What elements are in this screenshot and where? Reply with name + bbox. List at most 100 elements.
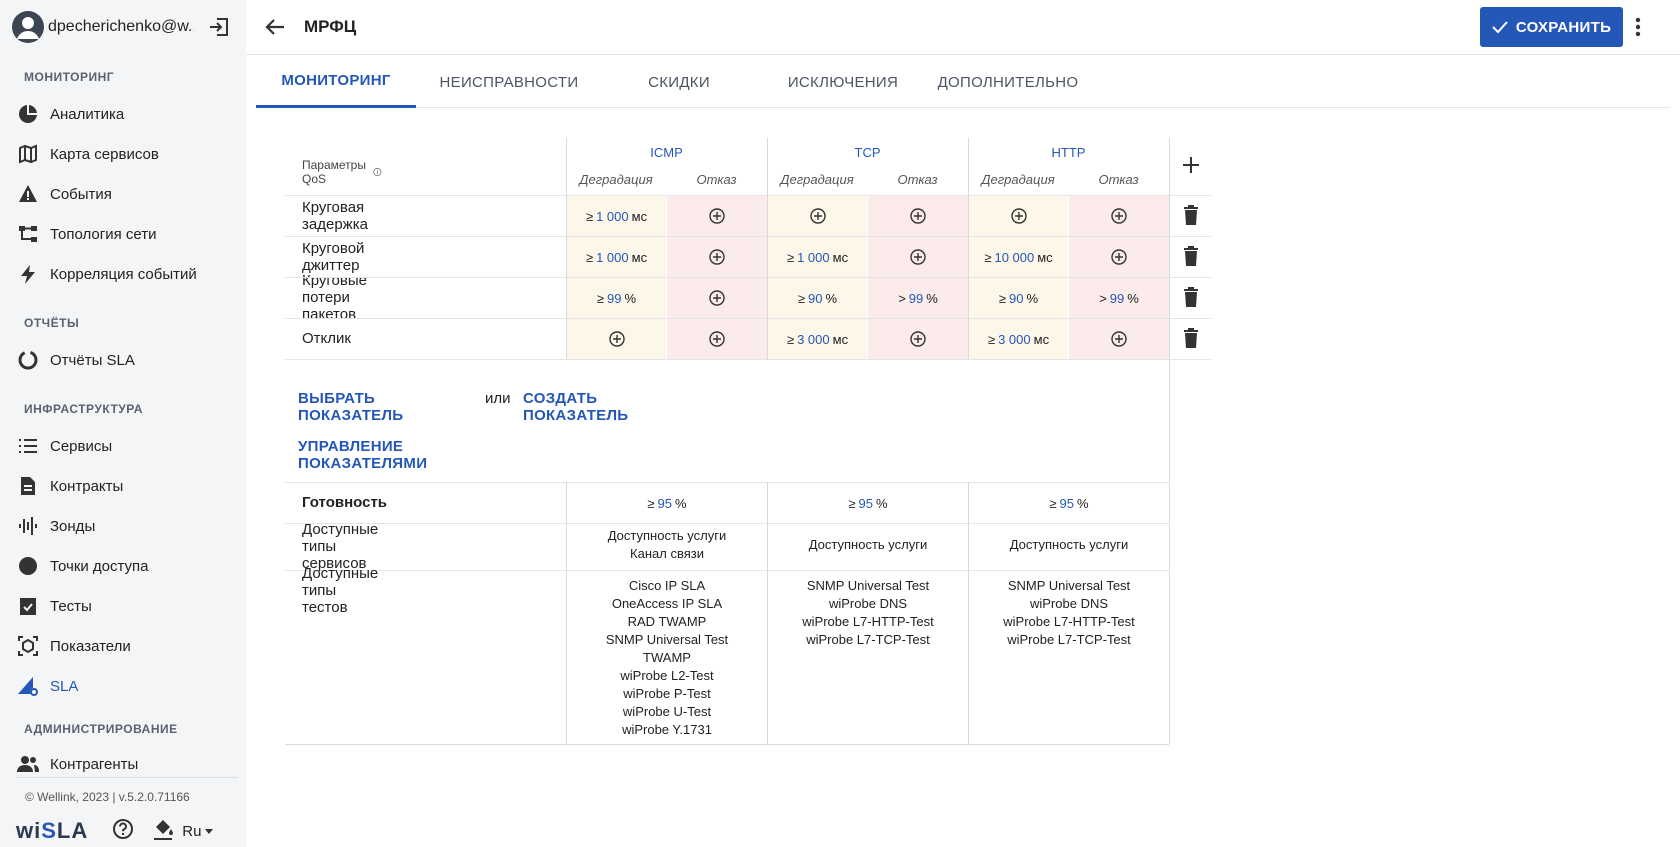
add-threshold-icon[interactable]: [868, 319, 968, 359]
logout-icon[interactable]: [208, 16, 230, 43]
add-threshold-icon[interactable]: [969, 196, 1068, 236]
sidebar-item-contracts[interactable]: Контракты: [0, 466, 246, 506]
test-type: OneAccess IP SLA: [611, 596, 723, 611]
sidebar-item-service-map[interactable]: Карта сервисов: [0, 134, 246, 174]
add-threshold-icon[interactable]: [868, 237, 968, 277]
service-type: Доступность услуги: [1009, 537, 1129, 552]
sub-degradation: Деградация: [780, 172, 854, 187]
delete-row-icon[interactable]: [1183, 205, 1199, 230]
sidebar-item-label: SLA: [50, 677, 79, 695]
threshold-value[interactable]: >99%: [868, 278, 968, 318]
page-title: МРФЦ: [304, 17, 357, 36]
threshold-value[interactable]: ≥90%: [768, 278, 867, 318]
avatar[interactable]: [12, 11, 44, 43]
create-metric-link[interactable]: СОЗДАТЬ ПОКАЗАТЕЛЬ: [523, 390, 628, 424]
tab-additional[interactable]: ДОПОЛНИТЕЛЬНО: [924, 56, 1092, 108]
sidebar-item-label: Точки доступа: [50, 557, 149, 575]
sidebar-item-topology[interactable]: Топология сети: [0, 214, 246, 254]
add-threshold-icon[interactable]: [768, 196, 867, 236]
threshold-value[interactable]: ≥1 000 мс: [567, 196, 666, 236]
tab-discounts[interactable]: СКИДКИ: [596, 56, 762, 108]
section-monitoring: МОНИТОРИНГ: [24, 70, 115, 84]
sidebar-item-services[interactable]: Сервисы: [0, 426, 246, 466]
save-button[interactable]: СОХРАНИТЬ: [1480, 7, 1623, 47]
sidebar-item-correlation[interactable]: Корреляция событий: [0, 254, 246, 294]
page-header: МРФЦ СОХРАНИТЬ: [246, 0, 1680, 55]
test-type: wiProbe DNS: [828, 596, 908, 611]
grid-line: [1169, 138, 1170, 744]
sidebar-item-tests[interactable]: Тесты: [0, 586, 246, 626]
availability-value[interactable]: ≥95%: [567, 483, 767, 523]
list-icon: [17, 435, 39, 457]
sidebar-item-metrics[interactable]: Показатели: [0, 626, 246, 666]
test-type: wiProbe L7-TCP-Test: [1007, 632, 1131, 647]
group-icmp: ICMP: [650, 145, 683, 160]
select-metric-link[interactable]: ВЫБРАТЬ ПОКАЗАТЕЛЬ: [298, 390, 403, 424]
add-threshold-icon[interactable]: [667, 237, 767, 277]
tab-exclusions[interactable]: ИСКЛЮЧЕНИЯ: [762, 56, 924, 108]
sidebar-item-label: Контракты: [50, 477, 124, 495]
add-threshold-icon[interactable]: [667, 278, 767, 318]
sidebar-item-label: Топология сети: [50, 225, 157, 243]
more-vert-icon[interactable]: [1634, 16, 1642, 43]
threshold-value[interactable]: ≥1 000 мс: [567, 237, 666, 277]
availability-value[interactable]: ≥95%: [969, 483, 1169, 523]
availability-label: Готовность: [302, 494, 388, 511]
warning-icon: [17, 183, 39, 205]
test-type: wiProbe L7-TCP-Test: [806, 632, 930, 647]
grid-line: [285, 744, 1169, 745]
add-threshold-icon[interactable]: [1069, 196, 1169, 236]
sidebar-item-analytics[interactable]: Аналитика: [0, 94, 246, 134]
sidebar-item-sla-reports[interactable]: Отчёты SLA: [0, 340, 246, 380]
threshold-value[interactable]: ≥1 000 мс: [768, 237, 867, 277]
tab-monitoring[interactable]: МОНИТОРИНГ: [256, 56, 416, 108]
threshold-value[interactable]: >99%: [1069, 278, 1169, 318]
add-row-icon[interactable]: [1182, 156, 1200, 179]
or-text: или: [485, 390, 511, 407]
qos-params-header: Параметры QoS: [302, 158, 382, 186]
circle-icon: [17, 555, 39, 577]
sub-degradation: Деградация: [981, 172, 1055, 187]
add-threshold-icon[interactable]: [567, 319, 666, 359]
add-threshold-icon[interactable]: [868, 196, 968, 236]
grid-line: [285, 277, 1211, 278]
language-select[interactable]: Ru: [182, 823, 217, 840]
delete-row-icon[interactable]: [1183, 287, 1199, 312]
user-row[interactable]: dpecherichenko@w...: [12, 10, 234, 44]
sidebar-item-label: Карта сервисов: [50, 145, 159, 163]
tab-faults[interactable]: НЕИСПРАВНОСТИ: [422, 56, 596, 108]
paint-bucket-icon[interactable]: [152, 817, 174, 846]
sidebar-item-sla[interactable]: SLA: [0, 666, 246, 706]
test-type: wiProbe L7-HTTP-Test: [802, 614, 934, 629]
add-threshold-icon[interactable]: [1069, 319, 1169, 359]
threshold-value[interactable]: ≥99%: [567, 278, 666, 318]
sidebar-item-probes[interactable]: Зонды: [0, 506, 246, 546]
delete-row-icon[interactable]: [1183, 246, 1199, 271]
sidebar-item-events[interactable]: События: [0, 174, 246, 214]
add-threshold-icon[interactable]: [667, 319, 767, 359]
grid-line: [767, 138, 768, 359]
manage-metrics-link[interactable]: УПРАВЛЕНИЕ ПОКАЗАТЕЛЯМИ: [298, 438, 427, 472]
sidebar-item-label: Тесты: [50, 597, 92, 615]
threshold-value[interactable]: ≥10 000 мс: [969, 237, 1068, 277]
test-types-label: Доступные типы тестов: [302, 564, 379, 616]
grid-line: [566, 138, 567, 359]
user-email: dpecherichenko@w...: [48, 18, 194, 35]
grid-line: [968, 138, 969, 359]
add-threshold-icon[interactable]: [667, 196, 767, 236]
sidebar-item-access-points[interactable]: Точки доступа: [0, 546, 246, 586]
add-threshold-icon[interactable]: [1069, 237, 1169, 277]
threshold-value[interactable]: ≥3 000 мс: [969, 319, 1068, 359]
sidebar-item-label: Сервисы: [50, 437, 113, 455]
help-icon[interactable]: [112, 818, 134, 845]
threshold-value[interactable]: ≥3 000 мс: [768, 319, 867, 359]
threshold-value[interactable]: ≥90%: [969, 278, 1068, 318]
chevron-down-icon: [205, 829, 214, 834]
delete-row-icon[interactable]: [1183, 328, 1199, 353]
back-arrow-icon[interactable]: [264, 16, 286, 43]
sub-failure: Отказ: [696, 172, 737, 187]
sidebar-item-label: Контрагенты: [50, 755, 139, 773]
row-label: Круговой джиттер: [302, 239, 365, 274]
availability-value[interactable]: ≥95%: [768, 483, 968, 523]
section-administration: АДМИНИСТРИРОВАНИЕ: [24, 722, 178, 736]
